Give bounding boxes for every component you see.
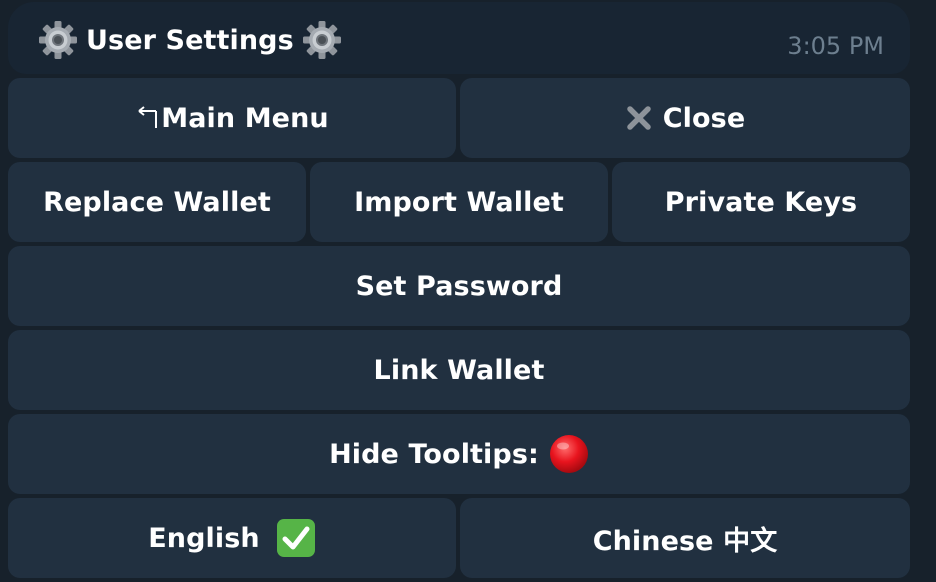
page-title-text: User Settings xyxy=(86,24,294,56)
import-wallet-button[interactable]: Import Wallet xyxy=(310,162,608,242)
close-label: Close xyxy=(662,102,746,134)
english-label: English xyxy=(148,522,260,554)
close-x-icon xyxy=(625,104,653,132)
message-header: User Settings 3:05 PM xyxy=(8,2,910,74)
link-wallet-label: Link Wallet xyxy=(373,354,545,386)
settings-panel: User Settings 3:05 PM Main Menu Close Re… xyxy=(0,0,936,582)
red-circle-icon xyxy=(549,434,589,474)
hide-tooltips-label: Hide Tooltips: xyxy=(329,438,539,470)
check-mark-icon xyxy=(276,518,316,558)
english-language-button[interactable]: English xyxy=(8,498,456,578)
set-password-label: Set Password xyxy=(355,270,563,302)
main-menu-button[interactable]: Main Menu xyxy=(8,78,456,158)
page-title: User Settings xyxy=(38,20,342,60)
chinese-label: Chinese 中文 xyxy=(592,525,778,557)
chinese-language-button[interactable]: Chinese 中文 xyxy=(460,498,910,578)
replace-wallet-button[interactable]: Replace Wallet xyxy=(8,162,306,242)
main-menu-label: Main Menu xyxy=(161,102,329,134)
message-time: 3:05 PM xyxy=(787,32,884,60)
import-wallet-label: Import Wallet xyxy=(354,186,564,218)
private-keys-label: Private Keys xyxy=(664,186,858,218)
gear-icon xyxy=(38,20,78,60)
return-arrow-icon xyxy=(135,105,161,131)
replace-wallet-label: Replace Wallet xyxy=(43,186,271,218)
close-button[interactable]: Close xyxy=(460,78,910,158)
private-keys-button[interactable]: Private Keys xyxy=(612,162,910,242)
hide-tooltips-button[interactable]: Hide Tooltips: xyxy=(8,414,910,494)
link-wallet-button[interactable]: Link Wallet xyxy=(8,330,910,410)
gear-icon xyxy=(302,20,342,60)
set-password-button[interactable]: Set Password xyxy=(8,246,910,326)
